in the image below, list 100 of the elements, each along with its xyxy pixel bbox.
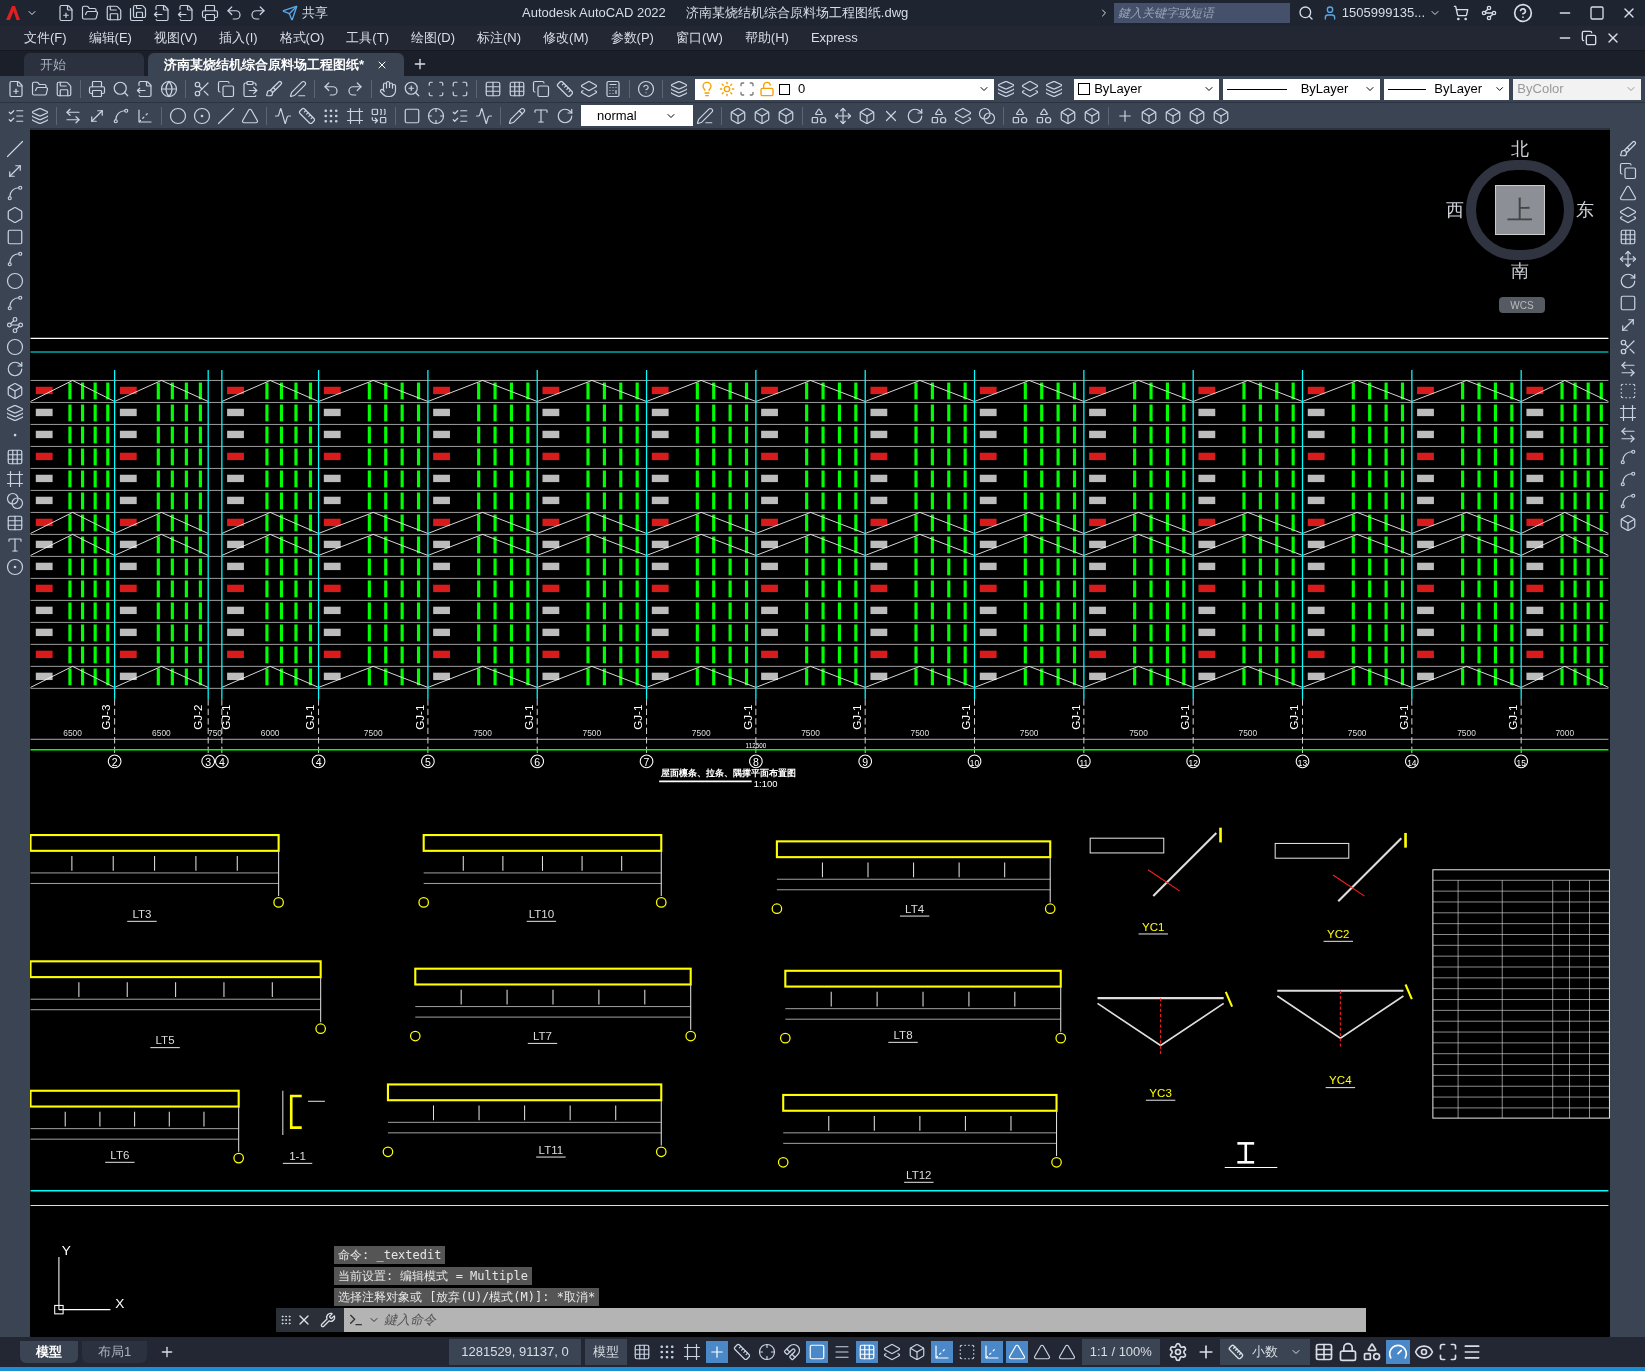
- search-field[interactable]: 鍵入关键字或短语: [1113, 3, 1290, 23]
- file-name: 济南某烧结机综合原料场工程图纸.dwg: [685, 4, 909, 23]
- detail-label: YC2: [1327, 928, 1350, 941]
- layout-tab[interactable]: 布局1: [82, 1341, 148, 1363]
- detail-label: LT7: [532, 1030, 552, 1043]
- drawing-title: 屋面檩条、拉条、隅撑平面布置图: [661, 767, 797, 779]
- dimension-text: 7500: [473, 728, 492, 739]
- axis-marker: 13: [1295, 754, 1310, 769]
- frame-label: GJ-1: [1506, 704, 1519, 730]
- menu-item[interactable]: 插入(I): [219, 28, 258, 48]
- menu-item[interactable]: 文件(F): [24, 28, 67, 48]
- frame-label: GJ-1: [741, 704, 754, 730]
- axis-marker: 14: [1405, 754, 1419, 769]
- model-space-button[interactable]: 模型: [584, 1339, 627, 1365]
- frame-label: GJ-2: [191, 704, 204, 730]
- text-style-dropdown[interactable]: normal: [581, 105, 693, 126]
- axis-marker: 4: [215, 754, 229, 769]
- dimension-text: 7500: [582, 728, 602, 739]
- axis-marker: 6: [530, 754, 545, 769]
- detail-label: LT5: [155, 1034, 175, 1047]
- axis-label: Y: [61, 1242, 71, 1258]
- menu-item[interactable]: 参数(P): [610, 28, 654, 48]
- axis-marker: 7: [639, 754, 654, 769]
- axis-label: X: [115, 1295, 125, 1311]
- drawing-scale: 1:100: [753, 777, 778, 789]
- frame-label: GJ-1: [413, 704, 426, 730]
- window-title: Autodesk AutoCAD 2022: [522, 4, 666, 23]
- axis-marker: 4: [311, 754, 326, 769]
- dimension-text: 6000: [260, 728, 280, 739]
- user-name[interactable]: 1505999135...: [1341, 3, 1425, 23]
- frame-label: GJ-1: [523, 704, 535, 730]
- frame-label: GJ-1: [1288, 704, 1301, 730]
- dimension-text: 7500: [1457, 728, 1476, 739]
- frame-label: GJ-1: [1179, 704, 1191, 730]
- detail-label: YC3: [1149, 1087, 1172, 1100]
- dimension-text: 750: [208, 728, 223, 739]
- linetype-dropdown[interactable]: ByLayer: [1222, 78, 1381, 100]
- axis-marker: 2: [107, 754, 122, 769]
- detail-label: LT4: [905, 902, 925, 915]
- frame-label: GJ-3: [100, 704, 113, 730]
- axis-marker: 3: [201, 754, 215, 769]
- annotation-scale-button[interactable]: 1:1 / 100%: [1081, 1339, 1160, 1365]
- lineweight-dropdown[interactable]: ByLayer: [1384, 78, 1510, 100]
- menu-item[interactable]: 绘图(D): [410, 28, 455, 48]
- frame-label: GJ-1: [960, 704, 973, 730]
- wcs-button[interactable]: WCS: [1499, 297, 1545, 313]
- dimension-text: 7500: [1347, 728, 1367, 739]
- dimension-text: 7500: [1019, 728, 1039, 739]
- frame-label: GJ-1: [632, 704, 645, 730]
- units-dropdown[interactable]: 小数: [1219, 1339, 1310, 1365]
- document-tab[interactable]: 济南某烧结机综合原料场工程图纸*: [148, 53, 405, 76]
- menu-item[interactable]: 标注(N): [477, 28, 522, 48]
- detail-label: LT8: [893, 1029, 913, 1042]
- menu-item[interactable]: 格式(O): [279, 28, 325, 48]
- document-tab[interactable]: 开始: [24, 53, 144, 76]
- detail-label: YC4: [1329, 1074, 1352, 1087]
- dimension-text: 7500: [1129, 728, 1148, 739]
- menu-item[interactable]: 窗口(W): [675, 28, 723, 48]
- axis-marker: 5: [421, 754, 435, 769]
- detail-label: YC1: [1142, 920, 1165, 933]
- compass-label[interactable]: 东: [1576, 196, 1594, 224]
- menu-item[interactable]: 帮助(H): [744, 28, 789, 48]
- axis-marker: 12: [1186, 754, 1200, 769]
- coordinates-readout: 1281529, 91137, 0: [449, 1339, 581, 1365]
- compass-label[interactable]: 南: [1511, 260, 1529, 282]
- dimension-text: 7500: [691, 728, 711, 739]
- detail-label: LT3: [132, 908, 152, 921]
- menu-item[interactable]: 工具(T): [346, 28, 389, 48]
- axis-marker: 9: [858, 754, 873, 769]
- color-dropdown[interactable]: ByLayer: [1074, 78, 1219, 100]
- detail-label: LT10: [528, 908, 555, 921]
- axis-marker: 8: [749, 754, 763, 769]
- layer-dropdown[interactable]: 0: [695, 78, 995, 100]
- compass-label[interactable]: 西: [1446, 196, 1464, 224]
- dimension-text: 7500: [363, 728, 383, 739]
- detail-label: LT6: [110, 1149, 130, 1162]
- menu-item[interactable]: 修改(M): [543, 28, 589, 48]
- share-button[interactable]: 共享: [282, 3, 328, 23]
- detail-label: LT12: [906, 1169, 932, 1182]
- menu-item[interactable]: Express: [810, 28, 858, 48]
- dimension-text: 7500: [801, 728, 820, 739]
- frame-label: GJ-1: [220, 704, 233, 730]
- axis-marker: 10: [967, 754, 982, 769]
- dimension-text: 7500: [1238, 728, 1258, 739]
- command-input[interactable]: 鍵入命令: [384, 1310, 1362, 1330]
- dimension-text: 6500: [63, 728, 82, 739]
- detail-label: LT11: [538, 1143, 564, 1156]
- frame-label: GJ-1: [1397, 704, 1410, 730]
- dimension-text: 7500: [910, 728, 930, 739]
- detail-label: 1-1: [289, 1150, 306, 1163]
- menu-item[interactable]: 编辑(E): [88, 28, 132, 48]
- frame-label: GJ-1: [1069, 704, 1082, 730]
- axis-marker: 11: [1077, 754, 1091, 769]
- axis-marker: 15: [1514, 754, 1528, 769]
- command-input-field[interactable]: 鍵入命令: [344, 1308, 1366, 1332]
- dimension-text: 6500: [152, 728, 171, 739]
- frame-label: GJ-1: [851, 704, 863, 730]
- compass-label[interactable]: 北: [1511, 138, 1529, 160]
- layout-tab[interactable]: 模型: [20, 1341, 78, 1363]
- menu-item[interactable]: 视图(V): [153, 28, 198, 48]
